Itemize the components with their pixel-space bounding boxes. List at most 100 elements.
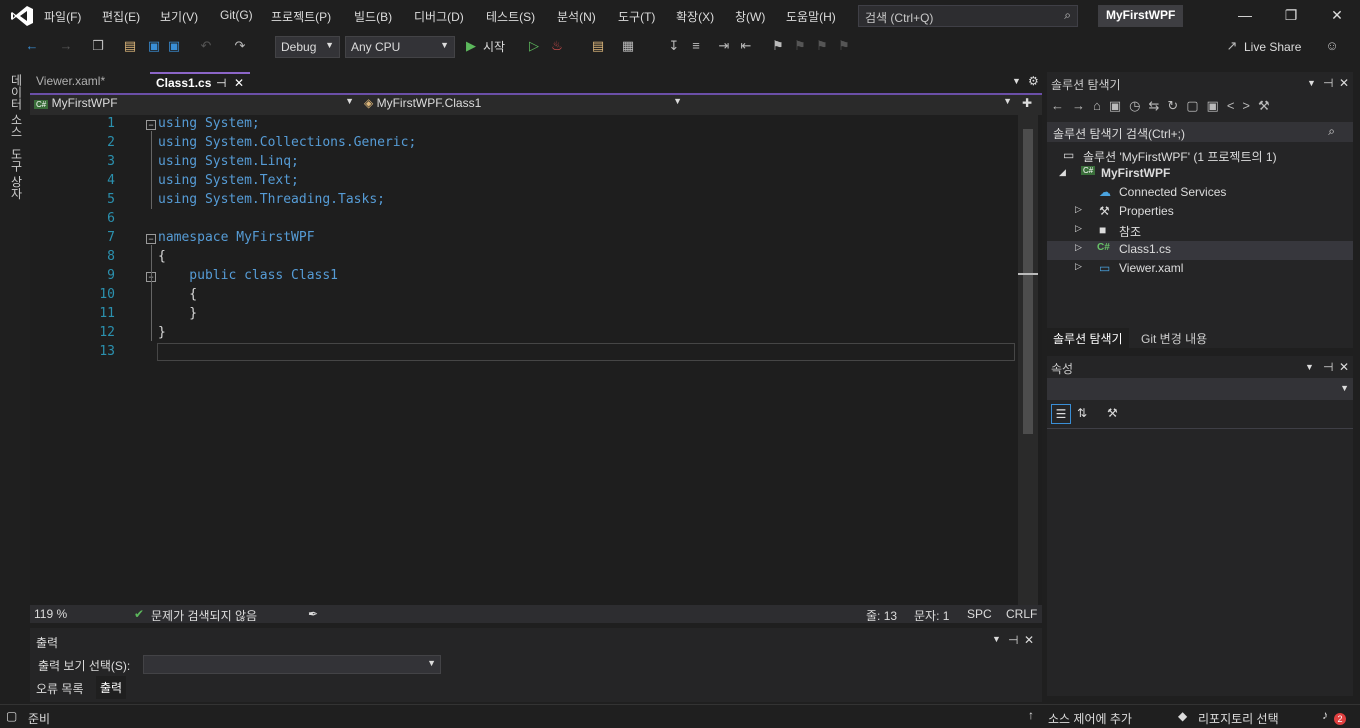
notification-bell-icon[interactable]: ♪: [1322, 708, 1328, 722]
brush-icon[interactable]: ✒: [308, 607, 318, 621]
menu-analyze[interactable]: 분석(N): [557, 8, 596, 25]
pin-icon[interactable]: ⊣: [1323, 76, 1333, 90]
alphabetical-icon[interactable]: ⇅: [1077, 406, 1087, 420]
platform-dropdown[interactable]: Any CPU ▼: [345, 36, 455, 58]
live-share-button[interactable]: Live Share: [1244, 40, 1301, 54]
select-repository-button[interactable]: 리포지토리 선택: [1198, 710, 1279, 727]
property-pages-icon[interactable]: ⚒: [1107, 406, 1118, 420]
tab-output[interactable]: 출력: [96, 676, 127, 699]
start-label[interactable]: 시작: [483, 38, 505, 55]
tree-item-references[interactable]: 참조: [1119, 223, 1141, 240]
scroll-thumb[interactable]: [1023, 129, 1033, 434]
issues-status[interactable]: 문제가 검색되지 않음: [151, 607, 257, 624]
close-icon[interactable]: ✕: [1339, 360, 1349, 374]
restore-icon[interactable]: ❐: [1284, 8, 1298, 22]
solution-explorer-toolbar[interactable]: ←→⌂▣◷⇆↻▢▣<>⚒: [1051, 98, 1351, 118]
tab-error-list[interactable]: 오류 목록: [36, 680, 84, 697]
tree-item-class1[interactable]: Class1.cs: [1119, 242, 1171, 256]
split-icon[interactable]: ✚: [1022, 96, 1032, 110]
menu-edit[interactable]: 편집(E): [102, 8, 140, 25]
indent-icon[interactable]: ⇥: [716, 38, 732, 54]
tree-solution-root[interactable]: 솔루션 'MyFirstWPF' (1 프로젝트의 1): [1083, 148, 1277, 165]
col-indicator[interactable]: 문자: 1: [914, 607, 949, 624]
tree-item-viewer[interactable]: Viewer.xaml: [1119, 261, 1183, 275]
data-sources-tab[interactable]: 데이터 소스: [8, 74, 25, 137]
close-icon[interactable]: ✕: [1339, 76, 1349, 90]
code-editor[interactable]: 1 2 3 4 5 6 7 8 9 10 11 12 13 − − − usin…: [30, 115, 1042, 605]
tree-row-selected[interactable]: [1047, 241, 1353, 260]
tree-project[interactable]: MyFirstWPF: [1101, 166, 1170, 180]
chevron-right-icon[interactable]: ▷: [1075, 223, 1082, 234]
menu-git[interactable]: Git(G): [220, 8, 253, 22]
forward-icon[interactable]: →: [58, 38, 74, 54]
line-ending-indicator[interactable]: CRLF: [1006, 607, 1037, 621]
collapse-icon[interactable]: −: [146, 234, 156, 244]
line-indicator[interactable]: 줄: 13: [866, 607, 897, 624]
tab-git-changes[interactable]: Git 변경 내용: [1141, 330, 1207, 347]
start-without-debug-icon[interactable]: ▷: [526, 38, 542, 54]
bookmark-next-icon[interactable]: ⚑: [814, 38, 830, 54]
chevron-down-icon[interactable]: ▼: [1307, 78, 1316, 88]
save-icon[interactable]: ▣: [146, 38, 162, 54]
chevron-right-icon[interactable]: ▷: [1075, 261, 1082, 272]
menu-help[interactable]: 도움말(H): [786, 8, 836, 25]
bookmark-prev-icon[interactable]: ⚑: [792, 38, 808, 54]
class-dropdown[interactable]: ◈ MyFirstWPF.Class1 ▼: [364, 96, 686, 112]
chevron-right-icon[interactable]: ▷: [1075, 204, 1082, 215]
tab-viewer-xaml[interactable]: Viewer.xaml*: [30, 72, 111, 92]
project-dropdown[interactable]: C# MyFirstWPF ▼: [34, 96, 358, 112]
tree-item-properties[interactable]: Properties: [1119, 204, 1174, 218]
menu-debug[interactable]: 디버그(D): [414, 8, 464, 25]
undo-icon[interactable]: ↶: [198, 38, 214, 54]
toolbox-tab[interactable]: 도구 상자: [8, 148, 25, 199]
minimize-icon[interactable]: —: [1238, 8, 1252, 22]
menu-project[interactable]: 프로젝트(P): [271, 8, 331, 25]
close-icon[interactable]: ✕: [1330, 8, 1344, 22]
browse-icon[interactable]: ▤: [590, 38, 606, 54]
step-icon[interactable]: ↧: [666, 38, 682, 54]
pin-icon[interactable]: ⊣: [1323, 360, 1333, 374]
chevron-down-icon[interactable]: ▼: [992, 634, 1001, 644]
menu-view[interactable]: 보기(V): [160, 8, 198, 25]
chevron-down-icon[interactable]: ▼: [1012, 76, 1021, 86]
back-icon[interactable]: ←: [24, 38, 40, 54]
menu-extensions[interactable]: 확장(X): [676, 8, 714, 25]
search-input[interactable]: 검색 (Ctrl+Q) ⌕: [858, 5, 1078, 27]
spaces-indicator[interactable]: SPC: [967, 607, 992, 621]
categorized-icon[interactable]: ☰: [1051, 404, 1071, 424]
format-icon[interactable]: ≡: [688, 38, 704, 54]
properties-object-dropdown[interactable]: ▼: [1047, 378, 1353, 400]
outdent-icon[interactable]: ⇤: [738, 38, 754, 54]
gear-icon[interactable]: ⚙: [1028, 74, 1039, 88]
tab-class1-cs[interactable]: Class1.cs ⊣ ✕: [150, 72, 250, 92]
feedback-icon[interactable]: ☺: [1324, 38, 1340, 54]
tab-solution-explorer[interactable]: 솔루션 탐색기: [1047, 328, 1129, 348]
output-source-dropdown[interactable]: ▼: [143, 655, 441, 674]
redo-icon[interactable]: ↷: [232, 38, 248, 54]
hot-reload-icon[interactable]: ♨: [549, 38, 565, 54]
config-dropdown[interactable]: Debug ▼: [275, 36, 340, 58]
bookmark-icon[interactable]: ⚑: [770, 38, 786, 54]
close-icon[interactable]: ✕: [234, 76, 244, 90]
add-source-control-button[interactable]: 소스 제어에 추가: [1048, 710, 1132, 727]
bookmark-clear-icon[interactable]: ⚑: [836, 38, 852, 54]
menu-window[interactable]: 창(W): [735, 8, 765, 25]
tree-item-connected-services[interactable]: Connected Services: [1119, 185, 1226, 199]
save-all-icon[interactable]: ▣: [166, 38, 182, 54]
pin-icon[interactable]: ⊣: [216, 76, 226, 90]
zoom-level[interactable]: 119 %: [34, 607, 67, 621]
solution-search-input[interactable]: 솔루션 탐색기 검색(Ctrl+;) ⌕: [1047, 122, 1353, 142]
close-icon[interactable]: ✕: [1024, 633, 1034, 647]
open-folder-icon[interactable]: ▤: [122, 38, 138, 54]
menu-tools[interactable]: 도구(T): [618, 8, 655, 25]
collapse-icon[interactable]: −: [146, 120, 156, 130]
menu-build[interactable]: 빌드(B): [354, 8, 392, 25]
chevron-right-icon[interactable]: ▷: [1075, 242, 1082, 253]
pin-icon[interactable]: ⊣: [1008, 633, 1018, 647]
layout-icon[interactable]: ▦: [620, 38, 636, 54]
chevron-down-icon[interactable]: ▼: [1305, 362, 1314, 372]
start-icon[interactable]: ▶: [463, 38, 479, 54]
menu-file[interactable]: 파일(F): [44, 8, 81, 25]
menu-test[interactable]: 테스트(S): [486, 8, 535, 25]
new-project-icon[interactable]: ❒: [90, 38, 106, 54]
